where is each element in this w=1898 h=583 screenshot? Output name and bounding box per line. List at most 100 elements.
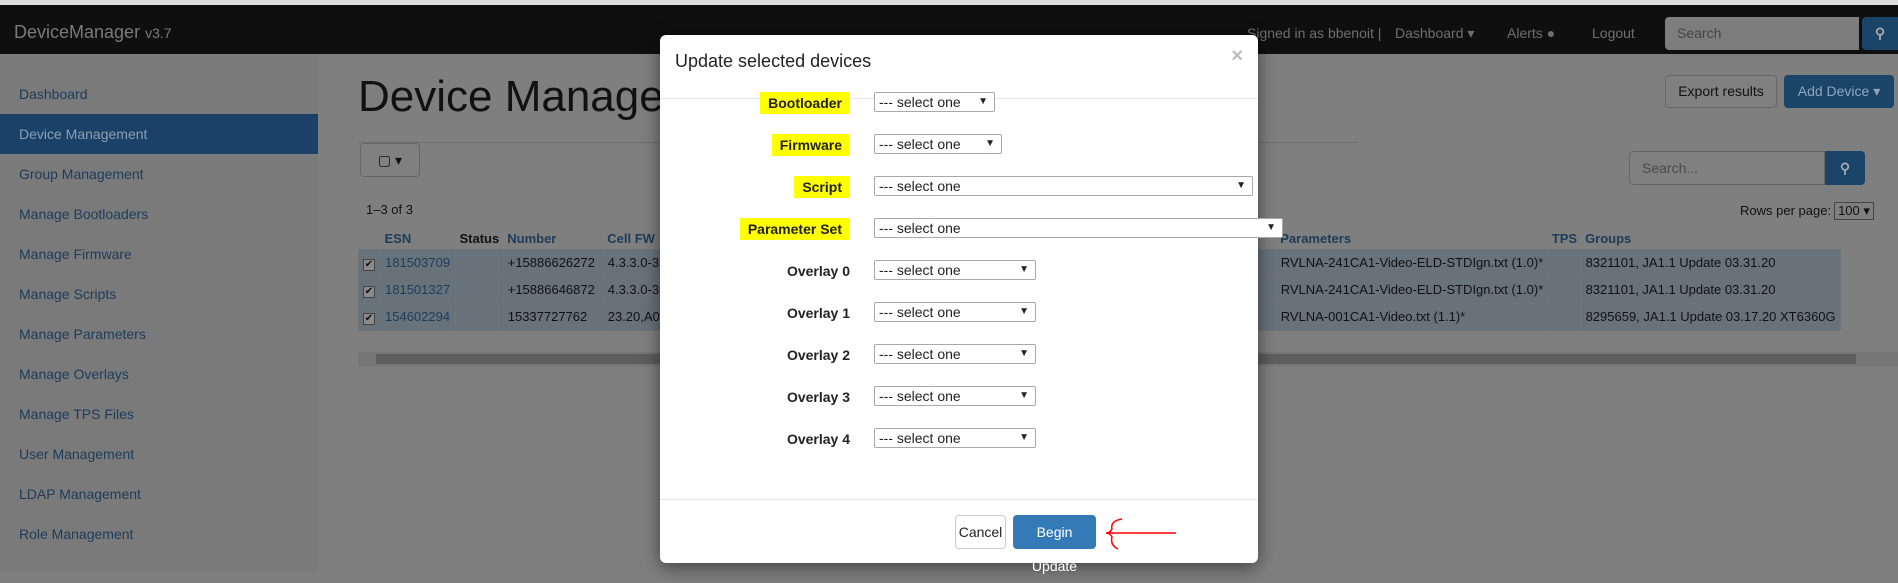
col-number[interactable]: Number (503, 228, 603, 249)
export-results-button[interactable]: Export results (1665, 75, 1777, 108)
overlay-1-select[interactable]: --- select one ▼ (874, 302, 1036, 322)
dropdown-arrow-icon: ▼ (1019, 432, 1029, 443)
close-icon[interactable]: × (1231, 45, 1243, 68)
sidebar-item-manage-bootloaders[interactable]: Manage Bootloaders (0, 194, 318, 234)
firmware-select[interactable]: --- select one ▼ (874, 134, 1002, 154)
checkbox-checked-icon: ✔ (363, 285, 375, 298)
sidebar: Dashboard Device Management Group Manage… (0, 54, 318, 572)
dropdown-arrow-icon: ▼ (1019, 264, 1029, 275)
col-groups[interactable]: Groups (1581, 228, 1840, 249)
rows-per-page-label: Rows per page: (1740, 203, 1832, 218)
nav-logout[interactable]: Logout (1592, 25, 1635, 41)
overlay-2-select[interactable]: --- select one ▼ (874, 344, 1036, 364)
sidebar-item-manage-tps-files[interactable]: Manage TPS Files (0, 394, 318, 434)
search-icon: ⚲ (1839, 160, 1851, 176)
search-icon: ⚲ (1874, 25, 1886, 41)
version: v3.7 (145, 25, 172, 41)
update-devices-modal: Update selected devices × Bootloader ---… (660, 35, 1283, 574)
add-device-button[interactable]: Add Device ▾ (1784, 75, 1894, 108)
dropdown-arrow-icon: ▼ (1019, 390, 1029, 401)
overlay-2-label: Overlay 2 (786, 347, 850, 363)
overlay-4-select[interactable]: --- select one ▼ (874, 428, 1036, 448)
overlay-3-label: Overlay 3 (786, 389, 850, 405)
col-esn[interactable]: ESN (381, 228, 456, 249)
tps-cell (1547, 248, 1582, 277)
sidebar-item-manage-scripts[interactable]: Manage Scripts (0, 274, 318, 314)
number-cell: +15886626272 (502, 248, 604, 277)
overlay-0-select[interactable]: --- select one ▼ (874, 260, 1036, 280)
sidebar-item-dashboard[interactable]: Dashboard (0, 74, 318, 114)
nav-search-input[interactable]: Search (1665, 17, 1859, 50)
number-cell: 15337727762 (502, 302, 604, 331)
dropdown-arrow-icon: ▼ (985, 138, 995, 149)
status-cell (455, 275, 504, 304)
rows-per-page-select[interactable]: 100 ▾ (1834, 202, 1874, 220)
checkbox-checked-icon: ✔ (363, 258, 375, 271)
sidebar-item-role-management[interactable]: Role Management (0, 514, 318, 554)
signed-in-text: Signed in as bbenoit | (1247, 25, 1382, 41)
tps-cell (1547, 302, 1582, 331)
parameters-cell: RVLNA-001CA1-Video.txt (1.1)* (1275, 302, 1549, 331)
parameters-cell: RVLNA-241CA1-Video-ELD-STDIgn.txt (1.0)* (1275, 248, 1549, 277)
col-parameters[interactable]: Parameters (1276, 228, 1548, 249)
sidebar-item-group-management[interactable]: Group Management (0, 154, 318, 194)
col-select (359, 228, 381, 249)
sidebar-item-manage-firmware[interactable]: Manage Firmware (0, 234, 318, 274)
parameter-set-select[interactable]: --- select one ▼ (874, 218, 1283, 238)
sidebar-item-manage-parameters[interactable]: Manage Parameters (0, 314, 318, 354)
begin-update-button[interactable]: Begin Update (1013, 515, 1096, 574)
overlay-4-label: Overlay 4 (786, 431, 850, 447)
annotation-arrow-icon (1105, 518, 1176, 550)
cancel-button[interactable]: Cancel (955, 515, 1006, 549)
dropdown-arrow-icon: ▼ (1236, 180, 1246, 191)
status-cell (455, 302, 504, 331)
row-checkbox[interactable]: ✔ (358, 275, 381, 304)
brand-name: DeviceManager (14, 22, 141, 42)
number-cell: +15886646872 (502, 275, 604, 304)
firmware-label: Firmware (660, 134, 850, 156)
groups-cell: 8295659, JA1.1 Update 03.17.20 XT6360G (1580, 302, 1841, 331)
script-label: Script (660, 176, 850, 198)
nav-alerts[interactable]: Alerts ● (1507, 25, 1555, 41)
row-checkbox[interactable]: ✔ (358, 302, 381, 331)
sidebar-item-user-management[interactable]: User Management (0, 434, 318, 474)
modal-title: Update selected devices (675, 51, 872, 71)
table-search-input[interactable]: Search... (1629, 151, 1825, 185)
dropdown-arrow-icon: ▼ (1019, 348, 1029, 359)
col-tps[interactable]: TPS (1548, 228, 1581, 249)
table-search-button[interactable]: ⚲ (1825, 151, 1865, 185)
result-count: 1–3 of 3 (366, 202, 413, 217)
esn-link[interactable]: 181501327 (380, 275, 456, 304)
sidebar-item-manage-overlays[interactable]: Manage Overlays (0, 354, 318, 394)
dropdown-arrow-icon: ▼ (1266, 222, 1276, 233)
parameters-cell: RVLNA-241CA1-Video-ELD-STDIgn.txt (1.0)* (1275, 275, 1549, 304)
row-checkbox[interactable]: ✔ (358, 248, 381, 277)
esn-link[interactable]: 154602294 (380, 302, 456, 331)
brand[interactable]: DeviceManager v3.7 (14, 22, 172, 43)
modal-footer-divider (660, 499, 1258, 500)
overlay-1-label: Overlay 1 (786, 305, 850, 321)
script-select[interactable]: --- select one ▼ (874, 176, 1253, 196)
overlay-3-select[interactable]: --- select one ▼ (874, 386, 1036, 406)
dropdown-arrow-icon: ▼ (1019, 306, 1029, 317)
parameter-set-label: Parameter Set (660, 218, 850, 240)
groups-cell: 8321101, JA1.1 Update 03.31.20 (1580, 275, 1841, 304)
select-all-dropdown[interactable]: ▢ ▾ (360, 143, 420, 177)
tps-cell (1547, 275, 1582, 304)
overlay-0-label: Overlay 0 (786, 263, 850, 279)
esn-link[interactable]: 181503709 (380, 248, 456, 277)
dropdown-arrow-icon: ▼ (978, 96, 988, 107)
nav-search-button[interactable]: ⚲ (1862, 17, 1898, 50)
bootloader-label: Bootloader (660, 92, 850, 114)
sidebar-item-device-management[interactable]: Device Management (0, 114, 318, 154)
bootloader-select[interactable]: --- select one ▼ (874, 92, 995, 112)
nav-dashboard-dropdown[interactable]: Dashboard ▾ (1395, 25, 1474, 42)
checkbox-checked-icon: ✔ (363, 312, 375, 325)
alert-icon: ● (1546, 25, 1556, 41)
rows-per-page: Rows per page: 100 ▾ (1740, 202, 1874, 220)
status-cell (455, 248, 504, 277)
groups-cell: 8321101, JA1.1 Update 03.31.20 (1580, 248, 1841, 277)
sidebar-item-ldap-management[interactable]: LDAP Management (0, 474, 318, 514)
col-status: Status (459, 230, 500, 246)
alerts-label: Alerts (1507, 25, 1543, 41)
